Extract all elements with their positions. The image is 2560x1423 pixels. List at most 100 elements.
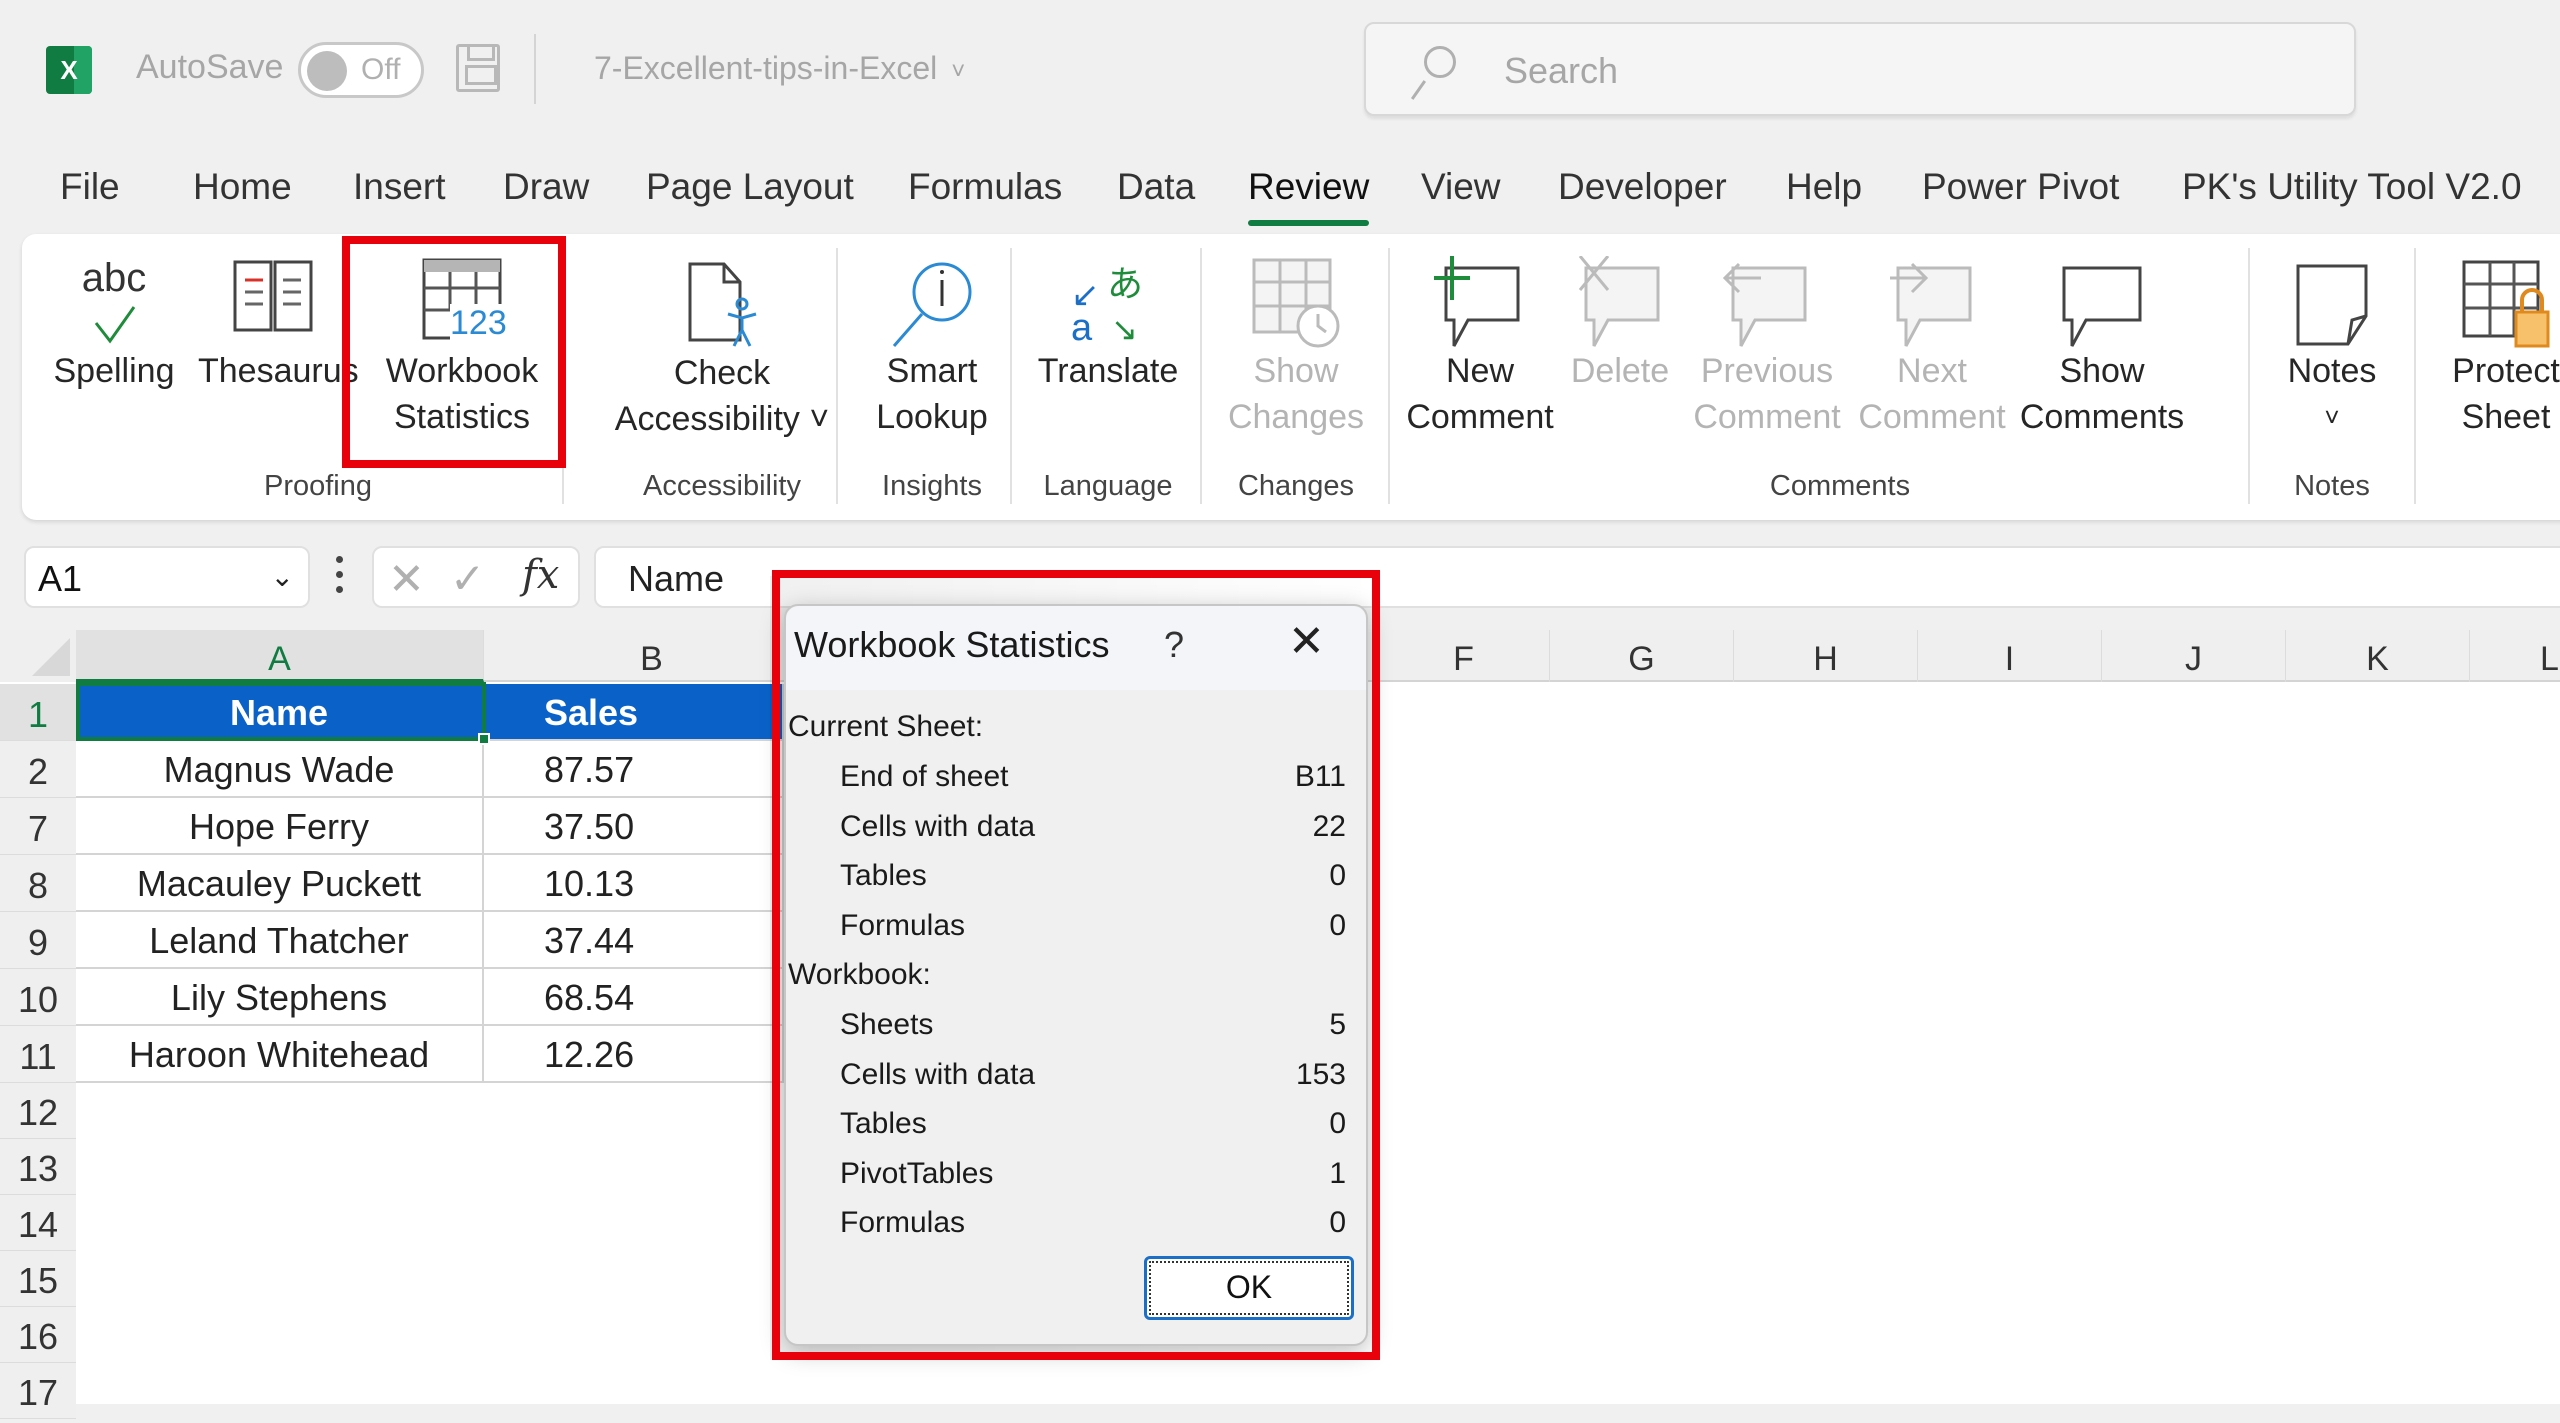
svg-text:あ: あ <box>1107 264 1143 305</box>
smart-lookup-button[interactable]: Smart Lookup <box>842 234 1022 464</box>
document-title[interactable]: 7-Excellent-tips-in-Excel ˅ <box>594 50 965 87</box>
previous-comment-button[interactable]: Previous Comment <box>1682 234 1852 464</box>
row-header[interactable]: 15 <box>0 1251 76 1307</box>
tab-pk-utility[interactable]: PK's Utility Tool V2.0 <box>2182 166 2522 208</box>
fill-handle[interactable] <box>478 733 490 745</box>
cell-sales[interactable]: 87.57 <box>484 741 784 798</box>
search-icon <box>1424 46 1456 78</box>
cell-name[interactable]: Lily Stephens <box>76 969 484 1026</box>
formula-buttons: ✕ ✓ fx <box>372 546 580 608</box>
protect-sheet-label-1: Protect <box>2452 352 2560 390</box>
tab-help[interactable]: Help <box>1786 166 1862 208</box>
tab-draw[interactable]: Draw <box>503 166 589 208</box>
row-header[interactable]: 11 <box>0 1026 76 1083</box>
search-input[interactable]: Search <box>1364 22 2356 116</box>
show-changes-button[interactable]: Show Changes <box>1206 234 1386 464</box>
column-header-h[interactable]: H <box>1734 630 1918 682</box>
cell-name[interactable]: Hope Ferry <box>76 798 484 855</box>
column-header-k[interactable]: K <box>2286 630 2470 682</box>
row-header[interactable]: 1 <box>0 684 76 741</box>
show-comments-button[interactable]: Show Comments <box>2012 234 2192 464</box>
cell-sales[interactable]: 37.44 <box>484 912 784 969</box>
delete-label: Delete <box>1570 352 1670 390</box>
group-separator <box>1010 248 1012 504</box>
notes-button[interactable]: Notes ˅ <box>2262 234 2402 464</box>
name-box[interactable]: A1 ⌄ <box>24 546 310 608</box>
row-header[interactable]: 16 <box>0 1307 76 1363</box>
toggle-knob <box>307 51 347 91</box>
row-header[interactable]: 17 <box>0 1363 76 1419</box>
more-options-icon[interactable] <box>336 556 344 600</box>
cell-sales[interactable]: 12.26 <box>484 1026 784 1083</box>
cell-name[interactable]: Leland Thatcher <box>76 912 484 969</box>
tab-power-pivot[interactable]: Power Pivot <box>1922 166 2119 208</box>
check-accessibility-button[interactable]: Check Accessibility ˅ <box>582 234 862 464</box>
cancel-icon[interactable]: ✕ <box>388 554 425 605</box>
translate-label: Translate <box>1037 352 1179 390</box>
group-label-language: Language <box>1043 470 1173 502</box>
group-label-changes: Changes <box>1237 470 1355 502</box>
row-header[interactable]: 12 <box>0 1083 76 1139</box>
enter-icon[interactable]: ✓ <box>450 554 485 603</box>
delete-comment-button[interactable]: Delete <box>1560 234 1680 464</box>
svg-text:↘: ↘ <box>1111 311 1138 346</box>
tab-view[interactable]: View <box>1421 166 1501 208</box>
chevron-down-icon[interactable]: ⌄ <box>271 560 294 593</box>
show-changes-label-1: Show <box>1253 352 1339 390</box>
column-header-j[interactable]: J <box>2102 630 2286 682</box>
tab-home[interactable]: Home <box>193 166 292 208</box>
search-placeholder: Search <box>1504 50 1619 91</box>
save-icon[interactable] <box>456 44 500 92</box>
divider <box>534 34 536 104</box>
tab-developer[interactable]: Developer <box>1558 166 1727 208</box>
title-bar: X AutoSave Off 7-Excellent-tips-in-Excel… <box>0 0 2560 140</box>
column-header-a[interactable]: A <box>76 630 484 682</box>
row-header[interactable]: 9 <box>0 912 76 969</box>
insert-function-icon[interactable]: fx <box>522 552 559 598</box>
new-comment-button[interactable]: New Comment <box>1400 234 1560 464</box>
group-label-notes: Notes <box>2294 470 2370 502</box>
row-header[interactable]: 8 <box>0 855 76 912</box>
svg-text:a: a <box>1071 307 1093 346</box>
group-separator <box>2248 248 2250 504</box>
protect-sheet-button[interactable]: Protect Sheet <box>2426 234 2560 464</box>
tab-data[interactable]: Data <box>1117 166 1195 208</box>
row-header[interactable]: 2 <box>0 741 76 798</box>
autosave-label: AutoSave <box>136 48 284 86</box>
autosave-toggle[interactable]: Off <box>298 42 424 98</box>
new-comment-label-2: Comment <box>1406 398 1554 436</box>
smart-lookup-label-1: Smart <box>886 352 978 390</box>
row-header[interactable]: 10 <box>0 969 76 1026</box>
cell-name[interactable]: Haroon Whitehead <box>76 1026 484 1083</box>
excel-logo-icon[interactable]: X <box>46 46 92 94</box>
select-all-button[interactable] <box>0 630 76 682</box>
tab-formulas[interactable]: Formulas <box>908 166 1062 208</box>
tab-page-layout[interactable]: Page Layout <box>646 166 854 208</box>
cell-name[interactable]: Magnus Wade <box>76 741 484 798</box>
delete-comment-icon <box>1578 256 1660 347</box>
tab-review[interactable]: Review <box>1248 166 1370 226</box>
cell-name[interactable]: Macauley Puckett <box>76 855 484 912</box>
tab-insert[interactable]: Insert <box>353 166 446 208</box>
chevron-down-icon: ˅ <box>951 58 966 85</box>
translate-button[interactable]: ↙ a あ ↘ Translate <box>1018 234 1198 464</box>
cell-sales[interactable]: 37.50 <box>484 798 784 855</box>
spelling-button[interactable]: abc Spelling <box>44 234 184 464</box>
column-header-i[interactable]: I <box>1918 630 2102 682</box>
header-cell-sales[interactable]: Sales <box>484 684 784 741</box>
next-comment-icon <box>1890 262 1972 347</box>
row-header[interactable]: 14 <box>0 1195 76 1251</box>
row-header[interactable]: 13 <box>0 1139 76 1195</box>
column-header-g[interactable]: G <box>1550 630 1734 682</box>
column-header-f[interactable]: F <box>1378 630 1550 682</box>
tab-file[interactable]: File <box>60 166 120 208</box>
row-header[interactable]: 7 <box>0 798 76 855</box>
column-header-l[interactable]: L <box>2470 630 2560 682</box>
name-box-value: A1 <box>38 558 83 599</box>
notes-icon <box>2296 264 2368 346</box>
check-accessibility-label-2: Accessibility ˅ <box>614 400 830 438</box>
cell-sales[interactable]: 10.13 <box>484 855 784 912</box>
next-comment-button[interactable]: Next Comment <box>1852 234 2012 464</box>
cell-sales[interactable]: 68.54 <box>484 969 784 1026</box>
thesaurus-button[interactable]: Thesaurus <box>198 234 359 464</box>
